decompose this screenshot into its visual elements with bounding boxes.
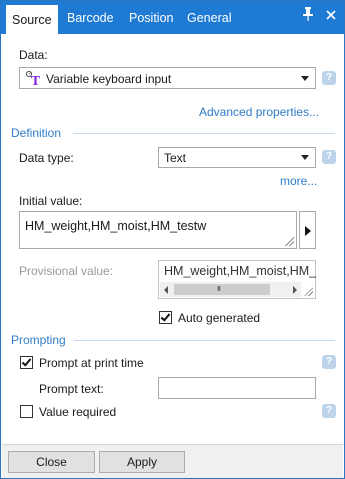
footer-bar: Close Apply	[2, 444, 343, 478]
tab-general[interactable]: General	[181, 1, 237, 34]
data-source-value: Variable keyboard input	[46, 72, 172, 86]
tab-position[interactable]: Position	[123, 1, 181, 34]
insert-menu-button[interactable]	[299, 211, 316, 249]
initial-value-input[interactable]: HM_weight,HM_moist,HM_testw	[19, 211, 297, 249]
apply-button[interactable]: Apply	[99, 451, 185, 473]
prompt-text-label: Prompt text:	[39, 382, 104, 396]
close-button[interactable]: Close	[8, 451, 95, 473]
horizontal-scrollbar[interactable]: III	[160, 282, 301, 297]
prompting-section-title: Prompting	[11, 333, 66, 347]
data-source-select[interactable]: T Variable keyboard input	[19, 67, 316, 89]
scrollbar-thumb[interactable]: III	[174, 284, 270, 295]
initial-value-text: HM_weight,HM_moist,HM_testw	[25, 219, 207, 233]
checkmark-icon	[21, 356, 32, 367]
data-type-select[interactable]: Text	[158, 147, 316, 168]
prompt-at-print-label: Prompt at print time	[39, 356, 144, 370]
chevron-down-icon	[301, 76, 309, 81]
data-type-value: Text	[164, 151, 187, 165]
value-required-checkbox[interactable]	[20, 405, 33, 418]
data-type-label: Data type:	[19, 151, 74, 165]
pin-icon[interactable]	[299, 7, 317, 25]
svg-text:T: T	[31, 74, 40, 86]
prompt-text-input[interactable]	[158, 377, 316, 399]
auto-generated-checkbox[interactable]	[159, 311, 172, 324]
resize-grip-icon[interactable]	[304, 287, 313, 296]
tab-bar: Source Barcode Position General	[1, 1, 344, 34]
definition-divider	[73, 133, 335, 134]
chevron-down-icon	[301, 155, 309, 160]
help-icon[interactable]: ?	[322, 150, 336, 164]
properties-panel: Source Barcode Position General Data: T …	[0, 0, 345, 479]
more-link[interactable]: more...	[280, 174, 317, 188]
definition-section-title: Definition	[11, 126, 62, 140]
play-arrow-icon	[305, 226, 311, 236]
close-icon[interactable]	[322, 7, 340, 25]
provisional-value-label: Provisional value:	[19, 264, 114, 278]
scroll-left-icon[interactable]	[164, 286, 168, 294]
auto-generated-label: Auto generated	[178, 311, 261, 325]
prompt-at-print-checkbox[interactable]	[20, 356, 33, 369]
prompting-divider	[74, 340, 335, 341]
provisional-value-text: HM_weight,HM_moist,HM_	[164, 264, 317, 278]
help-icon[interactable]: ?	[322, 404, 336, 418]
tab-source[interactable]: Source	[5, 4, 59, 34]
scroll-right-icon[interactable]	[293, 286, 297, 294]
value-required-label: Value required	[39, 405, 117, 419]
checkmark-icon	[160, 311, 171, 322]
advanced-properties-link[interactable]: Advanced properties...	[199, 105, 319, 119]
variable-keyboard-input-icon: T	[25, 70, 41, 88]
tab-barcode[interactable]: Barcode	[61, 1, 123, 34]
initial-value-label: Initial value:	[19, 194, 83, 208]
provisional-value-input[interactable]: HM_weight,HM_moist,HM_ III	[158, 260, 316, 299]
help-icon[interactable]: ?	[322, 355, 336, 369]
help-icon[interactable]: ?	[322, 71, 336, 85]
resize-grip-icon[interactable]	[285, 237, 294, 246]
data-label: Data:	[19, 48, 48, 62]
